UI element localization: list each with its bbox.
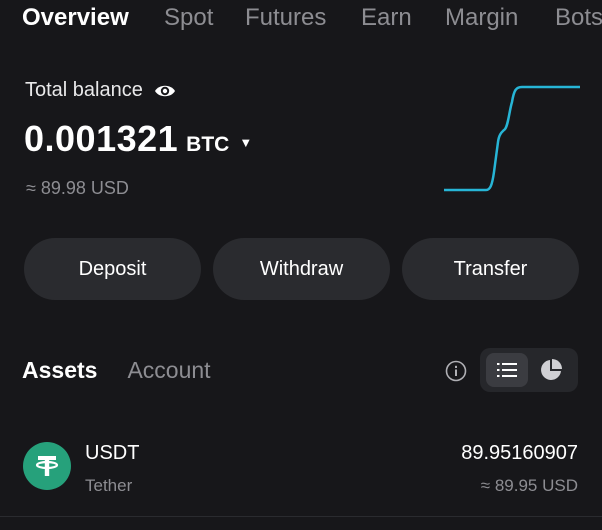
asset-symbol: USDT [85,442,140,464]
balance-usd-value: ≈ 89.98 USD [26,178,129,198]
list-icon [497,363,517,377]
tab-futures[interactable]: Futures [245,4,326,32]
divider [0,516,602,517]
tab-spot[interactable]: Spot [164,4,213,32]
asset-amount: 89.95160907 [461,442,578,464]
asset-row-usdt[interactable]: USDT Tether 89.95160907 ≈ 89.95 USD [0,430,602,510]
deposit-button[interactable]: Deposit [24,238,201,300]
balance-row: 0.001321 BTC ▼ [24,118,252,160]
tab-margin[interactable]: Margin [445,4,518,32]
eye-icon[interactable] [154,80,176,102]
asset-name: Tether [85,476,133,495]
list-view-button[interactable] [486,353,528,387]
pie-chart-icon [541,359,562,380]
tab-assets[interactable]: Assets [22,357,97,384]
total-balance-text: Total balance [25,79,143,101]
currency-selector[interactable]: BTC [186,133,229,157]
tab-bots[interactable]: Bots [555,4,602,32]
info-icon[interactable] [445,360,467,382]
section-tab-bar: Assets Account [22,357,241,384]
balance-value: 0.001321 [24,118,179,159]
caret-down-icon[interactable]: ▼ [239,135,252,150]
tether-icon [23,442,71,490]
total-balance-label: Total balance [25,79,176,102]
view-toggle [480,348,578,392]
tab-account[interactable]: Account [127,357,210,384]
withdraw-button[interactable]: Withdraw [213,238,390,300]
top-tab-bar: Overview Spot Futures Earn Margin Bots [0,0,602,40]
tab-overview[interactable]: Overview [22,4,129,32]
balance-sparkline [444,85,580,192]
transfer-button[interactable]: Transfer [402,238,579,300]
action-buttons: Deposit Withdraw Transfer [24,238,579,300]
tab-earn[interactable]: Earn [361,4,412,32]
asset-usd-value: ≈ 89.95 USD [480,476,578,495]
chart-view-button[interactable] [530,353,572,387]
